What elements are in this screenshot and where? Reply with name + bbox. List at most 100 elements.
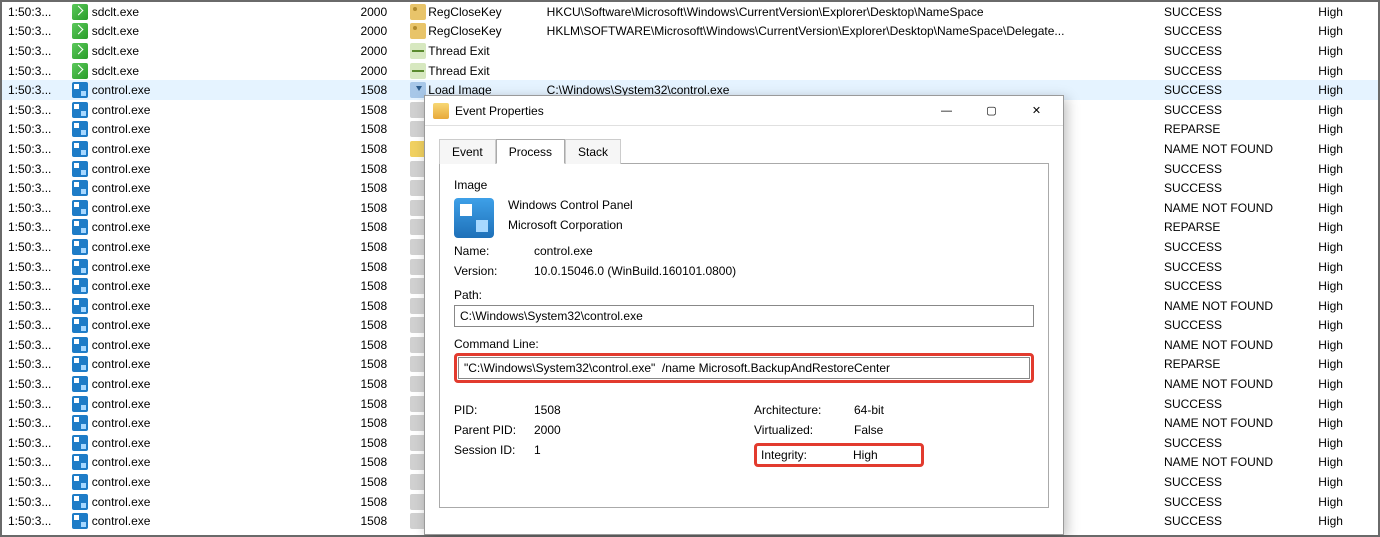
process-icon xyxy=(72,180,88,196)
close-button[interactable]: ✕ xyxy=(1014,97,1059,125)
detail-cell: High xyxy=(1318,455,1378,469)
result-cell: REPARSE xyxy=(1164,220,1318,234)
detail-cell: High xyxy=(1318,475,1378,489)
result-cell: SUCCESS xyxy=(1164,436,1318,450)
time-cell: 1:50:3... xyxy=(2,240,72,254)
minimize-button[interactable]: — xyxy=(924,97,969,125)
integrity-value: High xyxy=(853,448,878,462)
process-name: control.exe xyxy=(92,83,151,97)
table-row[interactable]: 1:50:3...sdclt.exe2000RegCloseKeyHKLM\SO… xyxy=(2,22,1378,42)
process-name: control.exe xyxy=(92,514,151,528)
process-icon xyxy=(72,317,88,333)
detail-cell: High xyxy=(1318,495,1378,509)
time-cell: 1:50:3... xyxy=(2,475,72,489)
operation-name: RegCloseKey xyxy=(428,24,501,38)
pid-cell: 1508 xyxy=(360,495,410,509)
table-row[interactable]: 1:50:3...sdclt.exe2000Thread ExitSUCCESS… xyxy=(2,41,1378,61)
process-name: control.exe xyxy=(92,357,151,371)
process-name: sdclt.exe xyxy=(92,24,139,38)
pid-cell: 1508 xyxy=(360,416,410,430)
detail-cell: High xyxy=(1318,24,1378,38)
tab-event[interactable]: Event xyxy=(439,139,496,164)
process-name: control.exe xyxy=(92,495,151,509)
result-cell: NAME NOT FOUND xyxy=(1164,455,1318,469)
result-cell: NAME NOT FOUND xyxy=(1164,377,1318,391)
time-cell: 1:50:3... xyxy=(2,44,72,58)
operation-icon xyxy=(410,23,426,39)
pid-cell: 1508 xyxy=(360,220,410,234)
detail-cell: High xyxy=(1318,416,1378,430)
time-cell: 1:50:3... xyxy=(2,142,72,156)
operation-name: Thread Exit xyxy=(428,64,489,78)
version-value: 10.0.15046.0 (WinBuild.160101.0800) xyxy=(534,264,736,278)
result-cell: NAME NOT FOUND xyxy=(1164,338,1318,352)
time-cell: 1:50:3... xyxy=(2,436,72,450)
time-cell: 1:50:3... xyxy=(2,220,72,234)
result-cell: NAME NOT FOUND xyxy=(1164,201,1318,215)
image-description-line1: Windows Control Panel xyxy=(508,198,633,212)
time-cell: 1:50:3... xyxy=(2,5,72,19)
pid-cell: 1508 xyxy=(360,357,410,371)
process-icon xyxy=(72,259,88,275)
tab-stack[interactable]: Stack xyxy=(565,139,621,164)
detail-cell: High xyxy=(1318,436,1378,450)
detail-cell: High xyxy=(1318,142,1378,156)
process-icon xyxy=(72,63,88,79)
path-cell: HKCU\Software\Microsoft\Windows\CurrentV… xyxy=(547,5,1164,19)
dialog-titlebar[interactable]: Event Properties — ▢ ✕ xyxy=(425,96,1063,126)
process-name: control.exe xyxy=(92,318,151,332)
detail-cell: High xyxy=(1318,514,1378,528)
detail-cell: High xyxy=(1318,220,1378,234)
pid-cell: 2000 xyxy=(360,5,410,19)
result-cell: REPARSE xyxy=(1164,357,1318,371)
detail-cell: High xyxy=(1318,299,1378,313)
operation-name: RegCloseKey xyxy=(428,5,501,19)
time-cell: 1:50:3... xyxy=(2,279,72,293)
table-row[interactable]: 1:50:3...sdclt.exe2000Thread ExitSUCCESS… xyxy=(2,61,1378,81)
pid-cell: 1508 xyxy=(360,318,410,332)
detail-cell: High xyxy=(1318,377,1378,391)
tab-content: Image Windows Control Panel Microsoft Co… xyxy=(439,164,1049,508)
detail-cell: High xyxy=(1318,240,1378,254)
process-icon xyxy=(72,415,88,431)
process-name: control.exe xyxy=(92,122,151,136)
integrity-highlight: Integrity: High xyxy=(754,443,924,467)
pid-cell: 1508 xyxy=(360,514,410,528)
detail-cell: High xyxy=(1318,64,1378,78)
detail-cell: High xyxy=(1318,103,1378,117)
process-icon xyxy=(72,141,88,157)
dialog-title: Event Properties xyxy=(455,104,924,118)
time-cell: 1:50:3... xyxy=(2,377,72,391)
operation-icon xyxy=(410,63,426,79)
process-name: control.exe xyxy=(92,260,151,274)
process-icon xyxy=(72,102,88,118)
result-cell: SUCCESS xyxy=(1164,514,1318,528)
time-cell: 1:50:3... xyxy=(2,416,72,430)
process-icon xyxy=(72,219,88,235)
detail-cell: High xyxy=(1318,5,1378,19)
process-name: control.exe xyxy=(92,475,151,489)
image-section-label: Image xyxy=(454,178,1034,192)
process-icon xyxy=(72,43,88,59)
detail-cell: High xyxy=(1318,181,1378,195)
time-cell: 1:50:3... xyxy=(2,260,72,274)
process-name: sdclt.exe xyxy=(92,44,139,58)
operation-name: Thread Exit xyxy=(428,44,489,58)
result-cell: SUCCESS xyxy=(1164,495,1318,509)
cmdline-field[interactable] xyxy=(458,357,1030,379)
pid-cell: 1508 xyxy=(360,240,410,254)
pid-cell: 1508 xyxy=(360,83,410,97)
cmdline-label: Command Line: xyxy=(454,337,1034,351)
table-row[interactable]: 1:50:3...sdclt.exe2000RegCloseKeyHKCU\So… xyxy=(2,2,1378,22)
arch-value: 64-bit xyxy=(854,403,884,417)
process-icon xyxy=(72,161,88,177)
tab-process[interactable]: Process xyxy=(496,139,565,164)
path-field[interactable] xyxy=(454,305,1034,327)
result-cell: SUCCESS xyxy=(1164,44,1318,58)
time-cell: 1:50:3... xyxy=(2,338,72,352)
maximize-button[interactable]: ▢ xyxy=(969,97,1014,125)
result-cell: NAME NOT FOUND xyxy=(1164,299,1318,313)
version-label: Version: xyxy=(454,264,534,278)
pid-cell: 1508 xyxy=(360,260,410,274)
time-cell: 1:50:3... xyxy=(2,318,72,332)
